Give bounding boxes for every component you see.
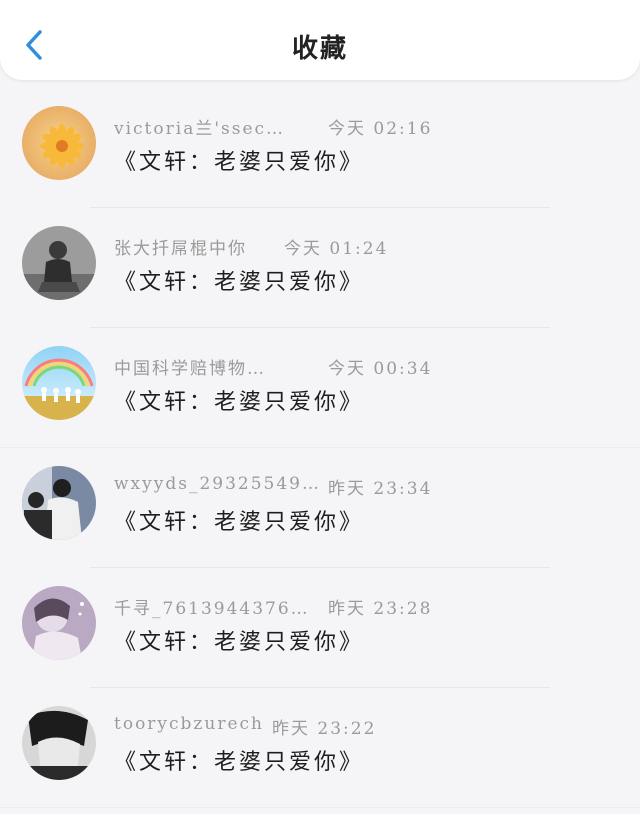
list-item[interactable]: 千寻_7613944376… 昨天 23:28 《文轩：老婆只爱你》 [0,570,640,690]
avatar [22,466,96,540]
sender-name: wxyyds_29325549… [114,474,321,494]
avatar [22,586,96,660]
timestamp: 昨天 23:22 [272,719,377,739]
sender-name: toorycbzurech [114,714,264,734]
timestamp: 昨天 23:28 [328,599,433,619]
timestamp: 今天 01:24 [284,239,389,259]
timestamp: 昨天 23:34 [328,479,433,499]
message-preview: 《文轩：老婆只爱你》 [114,750,365,775]
sender-name: 千寻_7613944376… [114,599,310,619]
list-item[interactable]: victoria兰'ssec… 今天 02:16 《文轩：老婆只爱你》 [0,90,640,210]
avatar [22,106,96,180]
sender-name: 中国科学赔博物… [114,359,266,379]
divider [90,567,550,568]
top-bar: 收藏 [0,0,640,80]
divider [0,447,640,448]
sender-name: victoria兰'ssec… [114,119,286,139]
timestamp: 今天 02:16 [328,119,433,139]
message-preview: 《文轩：老婆只爱你》 [114,630,365,655]
avatar [22,346,96,420]
divider [90,687,550,688]
timestamp: 今天 00:34 [328,359,433,379]
divider [90,327,550,328]
list-item[interactable]: 中国科学赔博物… 今天 00:34 《文轩：老婆只爱你》 [0,330,640,450]
divider [0,807,640,808]
message-preview: 《文轩：老婆只爱你》 [114,270,365,295]
sender-name: 张大扦屌棍中你 [114,239,247,259]
list-item[interactable]: 张大扦屌棍中你 今天 01:24 《文轩：老婆只爱你》 [0,210,640,330]
list-item[interactable]: wxyyds_29325549… 昨天 23:34 《文轩：老婆只爱你》 [0,450,640,570]
message-preview: 《文轩：老婆只爱你》 [114,390,365,415]
list-item[interactable]: toorycbzurech 昨天 23:22 《文轩：老婆只爱你》 [0,690,640,810]
avatar [22,226,96,300]
message-preview: 《文轩：老婆只爱你》 [114,150,365,175]
favorites-list: victoria兰'ssec… 今天 02:16 《文轩：老婆只爱你》 张大扦屌… [0,90,640,810]
message-preview: 《文轩：老婆只爱你》 [114,510,365,535]
divider [90,207,550,208]
page-title: 收藏 [291,34,348,64]
avatar [22,706,96,780]
